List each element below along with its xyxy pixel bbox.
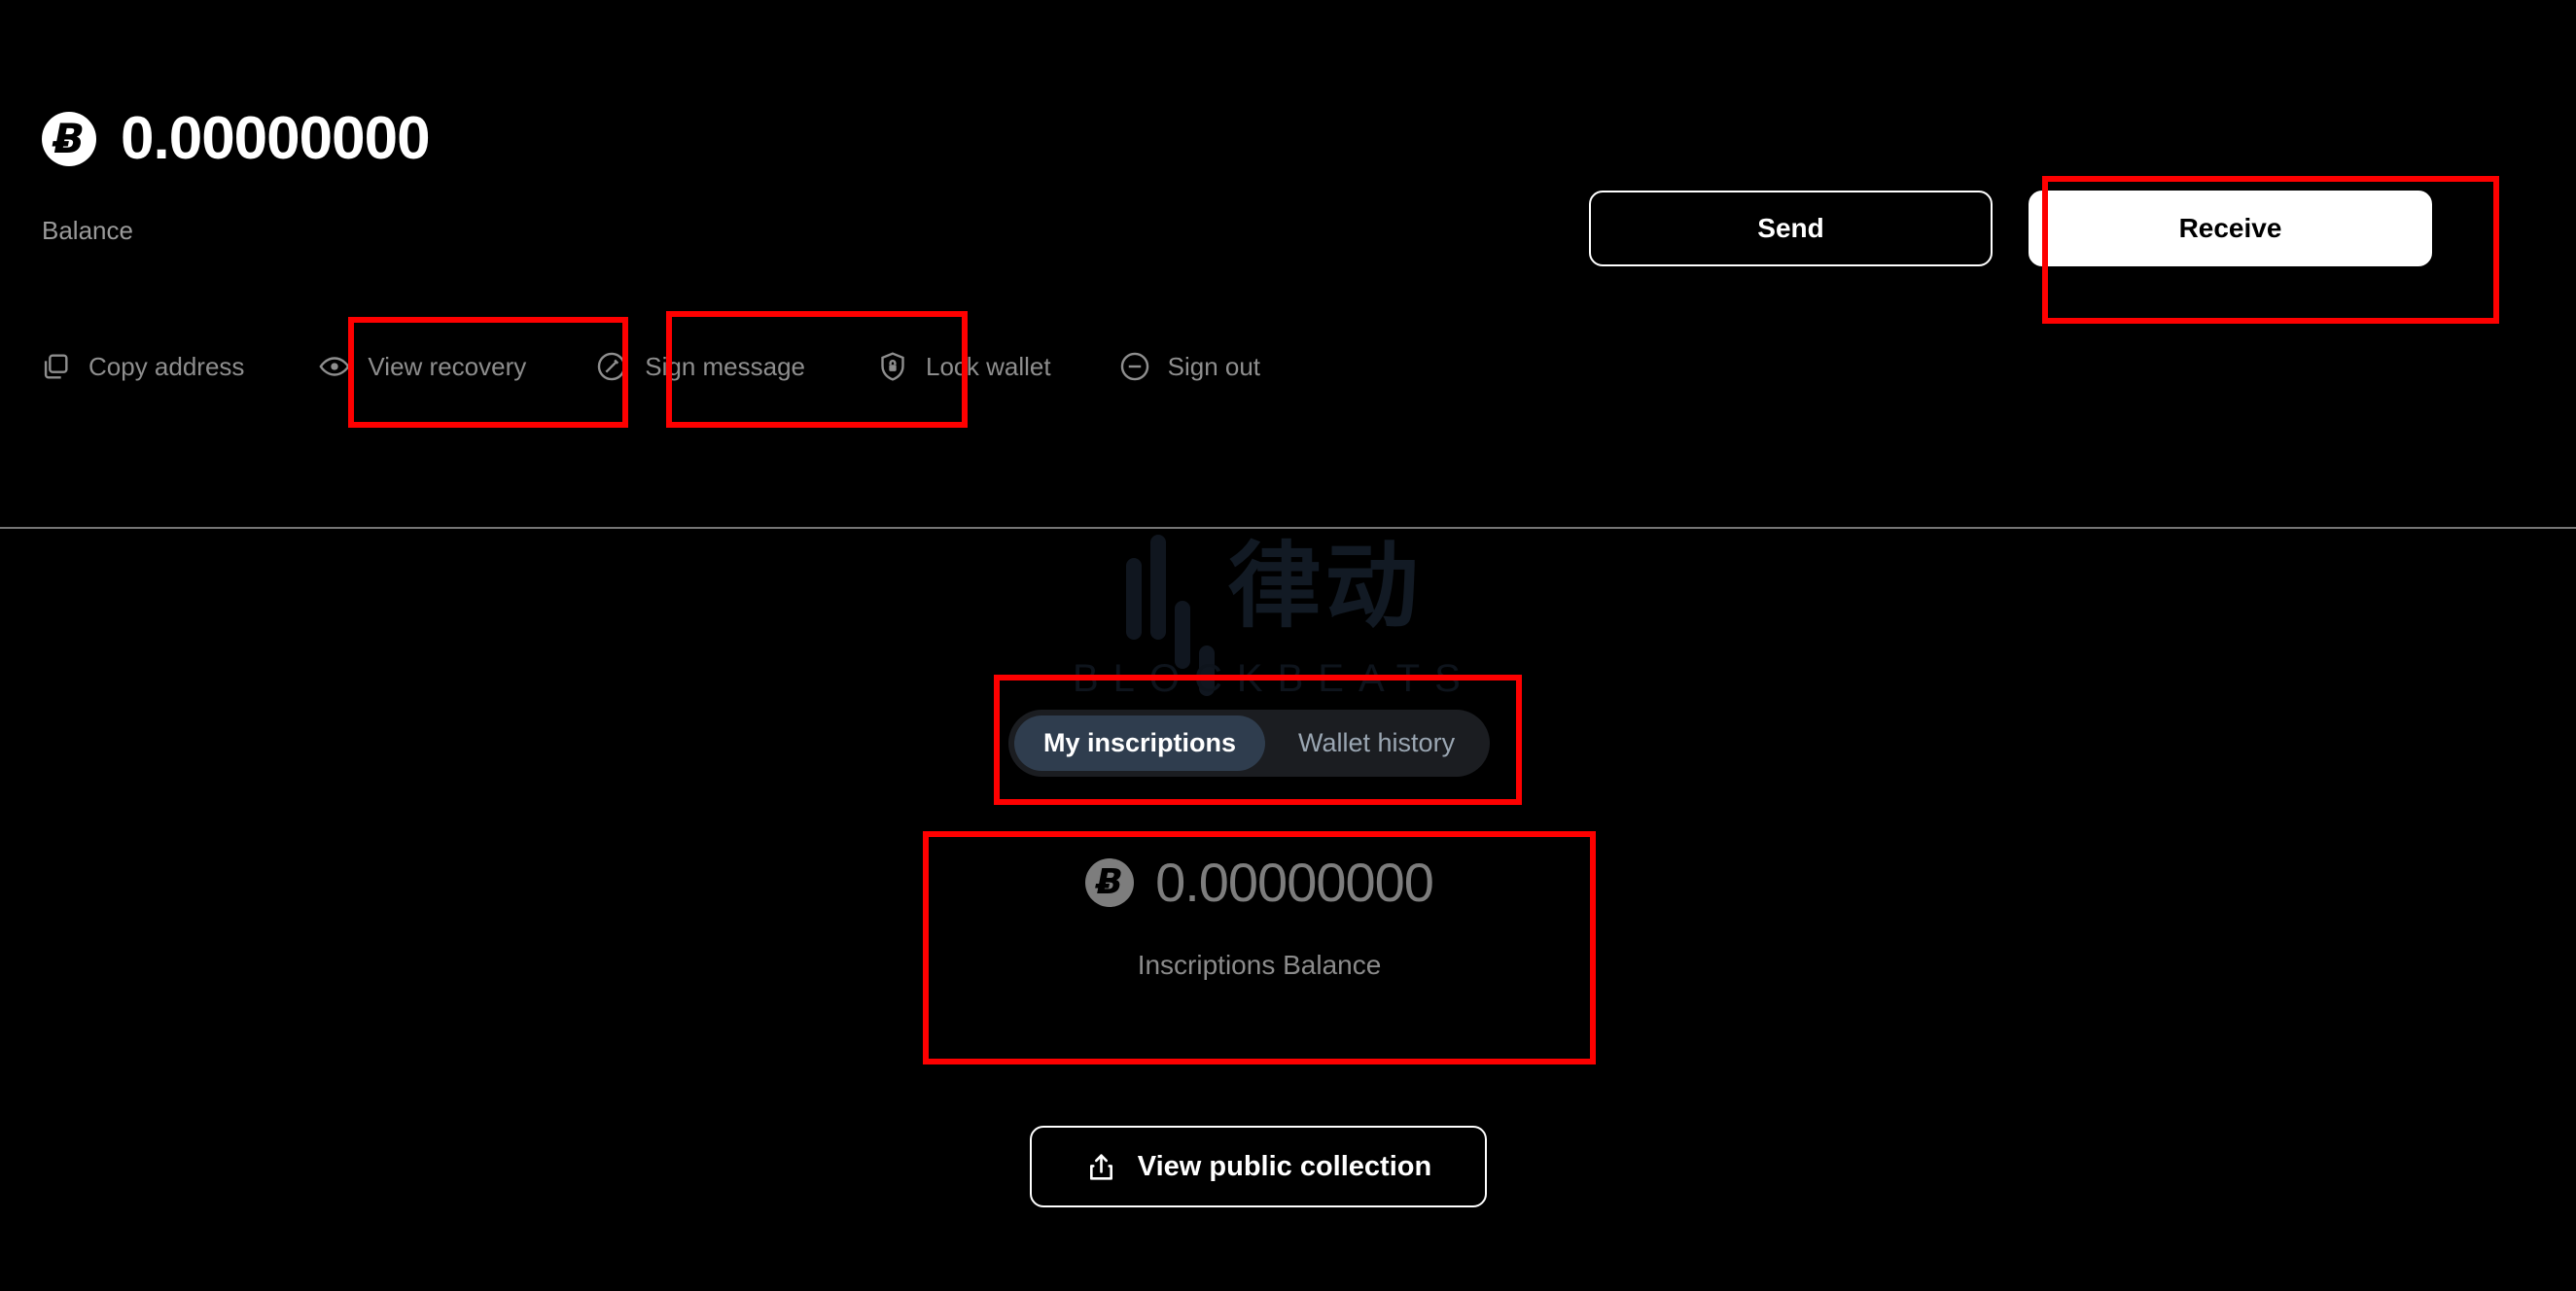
watermark-cjk-text: 律动 <box>1227 532 1423 641</box>
copy-address-label: Copy address <box>88 351 245 381</box>
tab-wallet-history[interactable]: Wallet history <box>1269 715 1484 771</box>
view-recovery-action[interactable]: View recovery <box>318 350 526 383</box>
balance-label: Balance <box>42 216 133 245</box>
view-recovery-label: View recovery <box>368 351 527 381</box>
copy-icon <box>39 350 72 383</box>
send-button[interactable]: Send <box>1589 191 1993 266</box>
watermark-logo-row: 律动 <box>1125 532 1423 696</box>
inscriptions-amount-row: Ƀ 0.00000000 <box>963 855 1556 910</box>
sign-message-action[interactable]: Sign message <box>595 350 805 383</box>
wallet-balance: Ƀ 0.00000000 <box>42 105 431 172</box>
bitcoin-icon: Ƀ <box>42 112 96 166</box>
pen-circle-icon <box>595 350 628 383</box>
wallet-actions: Send Receive <box>1589 191 2432 266</box>
bitcoin-icon: Ƀ <box>1085 858 1135 907</box>
minus-circle-icon <box>1118 350 1151 383</box>
view-public-collection-label: View public collection <box>1137 1150 1432 1182</box>
receive-button[interactable]: Receive <box>2029 191 2432 266</box>
inscriptions-balance-label: Inscriptions Balance <box>1137 950 1382 980</box>
lock-wallet-action[interactable]: Lock wallet <box>876 350 1051 383</box>
view-public-collection-button[interactable]: View public collection <box>1030 1126 1487 1207</box>
content-tabs: My inscriptions Wallet history <box>1008 710 1491 777</box>
tab-my-inscriptions[interactable]: My inscriptions <box>1014 715 1266 771</box>
eye-icon <box>318 350 351 383</box>
sign-out-action[interactable]: Sign out <box>1118 350 1260 383</box>
inscriptions-amount: 0.00000000 <box>1155 852 1434 913</box>
sign-message-label: Sign message <box>645 351 805 381</box>
watermark-bars-icon <box>1125 533 1215 696</box>
watermark-latin-text: BLOCKBEATS <box>1073 657 1475 700</box>
wallet-page: 律动 BLOCKBEATS Ƀ 0.00000000 Balance Send … <box>0 0 2576 1291</box>
inscriptions-balance-block: Ƀ 0.00000000 Inscriptions Balance <box>963 855 1556 981</box>
balance-amount: 0.00000000 <box>121 105 431 172</box>
shield-lock-icon <box>876 350 909 383</box>
lock-wallet-label: Lock wallet <box>926 351 1051 381</box>
blockbeats-watermark: 律动 BLOCKBEATS <box>1002 533 1546 717</box>
section-divider <box>0 527 2576 529</box>
copy-address-action[interactable]: Copy address <box>39 350 244 383</box>
sign-out-label: Sign out <box>1167 351 1261 381</box>
share-upload-icon <box>1085 1151 1117 1183</box>
wallet-action-toolbar: Copy address View recovery Sign message <box>39 350 1260 383</box>
